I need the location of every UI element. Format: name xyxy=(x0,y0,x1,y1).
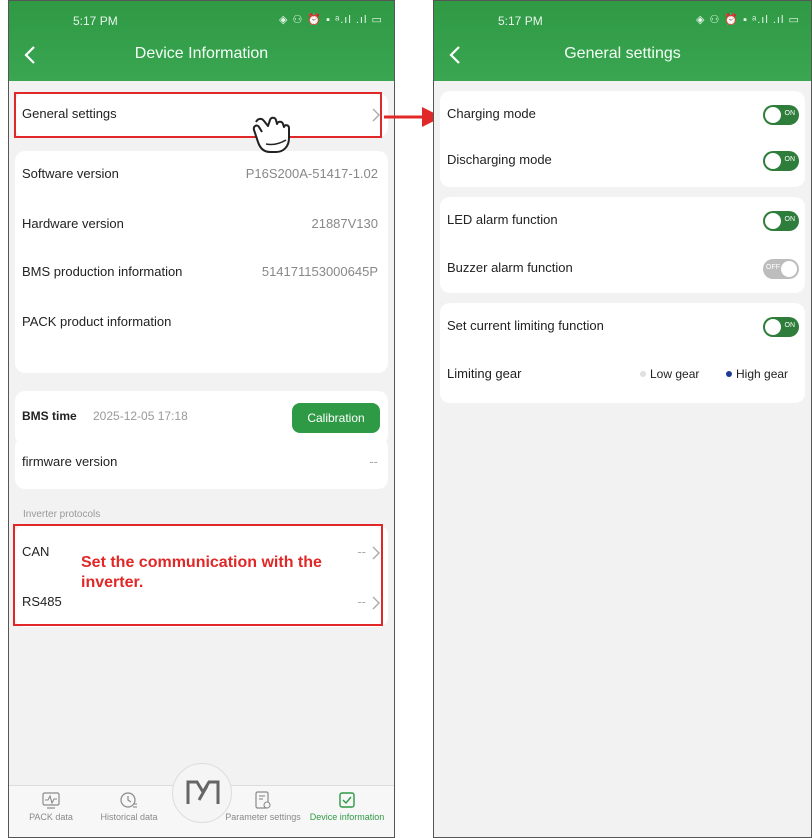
tab-device-information[interactable]: Device information xyxy=(309,790,385,822)
highlight-box-general-settings xyxy=(14,92,382,138)
status-icons: ◈ ⚇ ⏰ ▪ ᵃ.ıl .ıl ▭ xyxy=(696,14,800,26)
status-time: 5:17 PM xyxy=(498,14,543,28)
page-title: General settings xyxy=(564,45,681,62)
firmware-card: firmware version -- xyxy=(15,437,388,489)
brand-logo-icon xyxy=(186,780,220,804)
info-label: BMS production information xyxy=(22,264,183,279)
setting-label: Set current limiting function xyxy=(447,318,604,333)
tab-historical-data[interactable]: Historical data xyxy=(91,790,167,822)
info-label: PACK product information xyxy=(22,314,172,329)
setting-label: LED alarm function xyxy=(447,212,558,227)
highlight-box-inverter xyxy=(13,524,383,626)
charging-mode-toggle[interactable]: ON xyxy=(763,105,799,125)
radio-dot xyxy=(640,371,646,377)
limiting-gear-label: Limiting gear xyxy=(447,366,522,381)
tab-label: Historical data xyxy=(100,812,158,822)
firmware-label: firmware version xyxy=(22,454,118,469)
toggle-knob xyxy=(765,107,781,123)
header-bar: 5:17 PM ◈ ⚇ ⏰ ▪ ᵃ.ıl .ıl ▭ General setti… xyxy=(434,1,811,81)
hand-pointer-icon xyxy=(252,116,290,153)
toggle-state: OFF xyxy=(766,264,780,271)
info-row: BMS production information 5141711530006… xyxy=(15,251,388,295)
info-row: Hardware version 21887V130 xyxy=(15,203,388,247)
toggle-knob xyxy=(765,153,781,169)
radio-label: High gear xyxy=(736,367,789,381)
toggle-knob xyxy=(781,261,797,277)
info-value: P16S200A-51417-1.02 xyxy=(245,166,378,181)
page-title: Device Information xyxy=(134,45,269,62)
header-bar: 5:17 PM ◈ ⚇ ⏰ ▪ ᵃ.ıl .ıl ▭ Device Inform… xyxy=(9,1,394,81)
firmware-value: -- xyxy=(369,454,378,469)
low-gear-radio[interactable]: Low gear xyxy=(640,367,699,381)
calibration-button[interactable]: Calibration xyxy=(292,403,380,433)
device-info-card: Software version P16S200A-51417-1.02 Har… xyxy=(15,151,388,373)
setting-label: Charging mode xyxy=(447,106,536,121)
inverter-protocols-heading: Inverter protocols xyxy=(23,509,101,520)
device-information-icon xyxy=(339,792,355,808)
toggle-knob xyxy=(765,213,781,229)
status-icons: ◈ ⚇ ⏰ ▪ ᵃ.ıl .ıl ▭ xyxy=(279,14,383,26)
setting-row: Set current limiting function ON xyxy=(440,305,805,349)
firmware-row: firmware version -- xyxy=(15,441,388,485)
alarm-settings-card: LED alarm function ON Buzzer alarm funct… xyxy=(440,197,805,293)
historical-data-icon xyxy=(120,792,137,808)
toggle-state: ON xyxy=(784,156,796,163)
info-label: Software version xyxy=(22,166,119,181)
toggle-knob xyxy=(765,319,781,335)
tab-parameter-settings[interactable]: Parameter settings xyxy=(225,790,301,822)
discharging-mode-toggle[interactable]: ON xyxy=(763,151,799,171)
tab-label: PACK data xyxy=(29,812,73,822)
setting-row: Discharging mode ON xyxy=(440,139,805,183)
setting-row: Buzzer alarm function OFF xyxy=(440,247,805,291)
brand-logo-button[interactable] xyxy=(172,763,232,823)
info-row: PACK product information xyxy=(15,301,388,345)
setting-label: Buzzer alarm function xyxy=(447,260,573,275)
info-row: Software version P16S200A-51417-1.02 xyxy=(15,153,388,197)
radio-dot xyxy=(726,371,732,377)
bms-time-value: 2025-12-05 17:18 xyxy=(93,409,188,423)
bms-time-label: BMS time xyxy=(22,409,77,423)
general-settings-screen: 5:17 PM ◈ ⚇ ⏰ ▪ ᵃ.ıl .ıl ▭ General setti… xyxy=(433,0,812,838)
current-limiting-toggle[interactable]: ON xyxy=(763,317,799,337)
pack-data-icon xyxy=(42,792,60,809)
current-limiting-card: Set current limiting function ON Limitin… xyxy=(440,303,805,403)
radio-label: Low gear xyxy=(650,367,700,381)
setting-label: Discharging mode xyxy=(447,152,552,167)
info-value: 514171153000645P xyxy=(261,264,378,279)
setting-row: Charging mode ON xyxy=(440,93,805,137)
info-label: Hardware version xyxy=(22,216,124,231)
tab-label: Parameter settings xyxy=(225,812,301,822)
setting-row: LED alarm function ON xyxy=(440,199,805,243)
status-time: 5:17 PM xyxy=(73,14,118,28)
toggle-state: ON xyxy=(784,322,796,329)
high-gear-radio[interactable]: High gear xyxy=(726,367,788,381)
led-alarm-toggle[interactable]: ON xyxy=(763,211,799,231)
info-value: 21887V130 xyxy=(311,216,378,231)
tab-label: Device information xyxy=(309,812,385,822)
limiting-gear-row: Limiting gear Low gear High gear xyxy=(440,353,805,397)
toggle-state: ON xyxy=(784,216,796,223)
tab-pack-data[interactable]: PACK data xyxy=(13,790,89,822)
parameter-settings-icon xyxy=(255,791,271,809)
buzzer-alarm-toggle[interactable]: OFF xyxy=(763,259,799,279)
mode-settings-card: Charging mode ON Discharging mode ON xyxy=(440,91,805,187)
toggle-state: ON xyxy=(784,110,796,117)
